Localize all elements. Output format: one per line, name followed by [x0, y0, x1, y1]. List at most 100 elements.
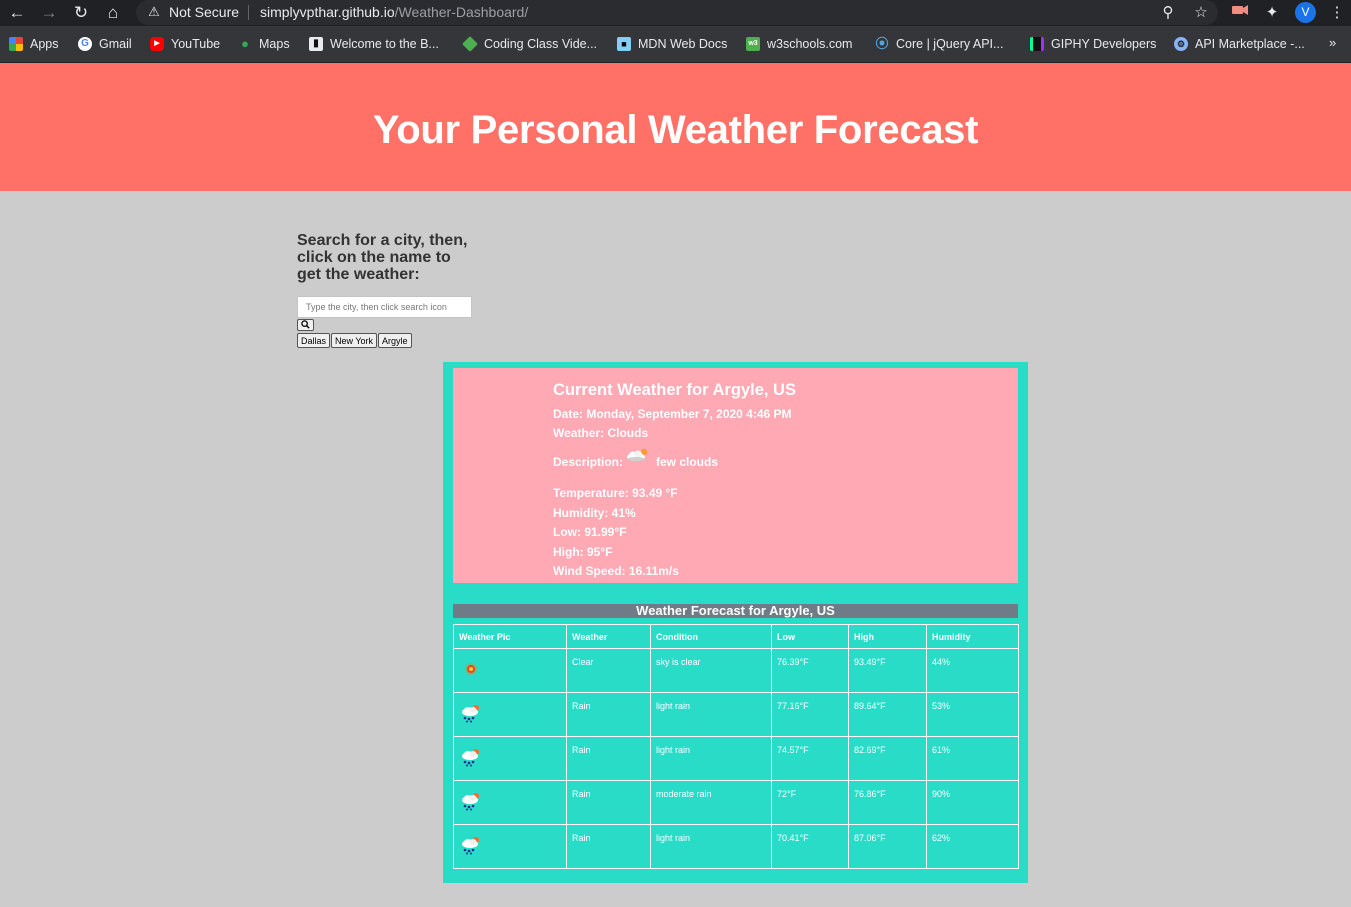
bookmark-label: Gmail	[99, 37, 132, 51]
mdn-icon: ■	[617, 37, 631, 51]
history-city-button[interactable]: Dallas	[297, 333, 331, 348]
bookmark-label: YouTube	[171, 37, 221, 51]
search-button[interactable]	[297, 319, 314, 331]
bookmark-coding-class[interactable]: Coding Class Vide...	[462, 36, 598, 52]
forecast-title: Weather Forecast for Argyle, US	[453, 604, 1018, 618]
current-humidity: Humidity: 41%	[553, 506, 636, 520]
profile-avatar[interactable]: V	[1295, 2, 1316, 23]
url-host: simplyvpthar.github.io	[260, 4, 395, 20]
high-cell: 87.06°F	[848, 824, 927, 869]
bookmarks-bar: Apps G Gmail ▶ YouTube ● Maps ▮ Welcome …	[0, 26, 1351, 63]
history-city-button[interactable]: New York	[331, 333, 378, 348]
current-temperature: Temperature: 93.49 °F	[553, 486, 678, 500]
current-wind-speed: Wind Speed: 16.11m/s	[553, 564, 679, 578]
condition-cell: light rain	[650, 692, 772, 737]
giphy-icon	[1030, 37, 1044, 51]
cube-icon	[462, 36, 478, 52]
bookmark-label: Coding Class Vide...	[484, 37, 598, 51]
current-date: Date: Monday, September 7, 2020 4:46 PM	[553, 407, 792, 421]
bookmark-star-icon[interactable]: ☆	[1191, 3, 1211, 23]
warning-triangle-icon[interactable]: ⚠	[146, 4, 162, 20]
current-description: few clouds	[656, 455, 719, 469]
low-cell: 77.16°F	[771, 692, 849, 737]
bookmark-label: Core | jQuery API...	[896, 37, 1004, 51]
column-header: High	[848, 624, 927, 649]
bookmark-label: MDN Web Docs	[638, 37, 728, 51]
extension-record-shape	[1232, 5, 1248, 15]
column-header: Weather	[566, 624, 651, 649]
jquery-icon: ⦿	[875, 36, 889, 51]
weather-pic-cell	[453, 648, 567, 693]
weather-pic-cell	[453, 780, 567, 825]
weather-cell: Rain	[566, 780, 651, 825]
bookmark-label: Maps	[259, 37, 290, 51]
current-weather-title: Current Weather for Argyle, US	[553, 381, 796, 399]
extensions-puzzle-icon[interactable]: ✦	[1262, 3, 1282, 23]
bookmark-apps[interactable]: Apps	[9, 36, 59, 52]
low-cell: 70.41°F	[771, 824, 849, 869]
bookmark-label: Welcome to the B...	[330, 37, 439, 51]
table-row: Clear sky is clear 76.39°F 93.49°F 44%	[453, 648, 1019, 693]
table-row: Rain light rain 77.16°F 89.64°F 53%	[453, 692, 1019, 737]
condition-cell: light rain	[650, 736, 772, 781]
zoom-icon[interactable]: ⚲	[1158, 3, 1178, 23]
column-header: Weather Pic	[453, 624, 567, 649]
city-search-input[interactable]	[297, 296, 472, 318]
condition-cell: moderate rain	[650, 780, 772, 825]
bookmark-mdn[interactable]: ■ MDN Web Docs	[617, 36, 727, 52]
omnibox-field[interactable]: ⚠ Not Secure simplyvpthar.github.io/Weat…	[136, 0, 1218, 25]
bookmark-label: API Marketplace -...	[1195, 37, 1305, 51]
rain-icon	[462, 837, 479, 855]
bookmark-maps[interactable]: ● Maps	[238, 36, 290, 52]
weather-cell: Rain	[566, 692, 651, 737]
high-cell: 82.69°F	[848, 736, 927, 781]
omnibox[interactable]: ⚠ Not Secure simplyvpthar.github.io/Weat…	[136, 0, 1218, 25]
omnibox-divider	[248, 5, 249, 20]
rain-icon	[462, 705, 479, 723]
low-cell: 76.39°F	[771, 648, 849, 693]
bookmark-youtube[interactable]: ▶ YouTube	[150, 36, 220, 52]
high-cell: 93.49°F	[848, 648, 927, 693]
bookmark-welcome[interactable]: ▮ Welcome to the B...	[309, 36, 439, 52]
current-low: Low: 91.99°F	[553, 525, 627, 539]
weather-cell: Rain	[566, 736, 651, 781]
bookmark-w3schools[interactable]: w3 w3schools.com	[746, 36, 852, 52]
menu-kebab-icon[interactable]: ⋮	[1327, 3, 1347, 23]
current-weather-card: Current Weather for Argyle, US Date: Mon…	[453, 368, 1018, 583]
table-row: Rain light rain 70.41°F 87.06°F 62%	[453, 824, 1019, 869]
page-header: Your Personal Weather Forecast	[0, 63, 1351, 191]
forward-arrow-icon[interactable]: →	[38, 2, 60, 24]
weather-cell: Clear	[566, 648, 651, 693]
high-cell: 89.64°F	[848, 692, 927, 737]
bookmark-jquery[interactable]: ⦿ Core | jQuery API...	[875, 36, 1003, 52]
google-icon: G	[78, 37, 92, 51]
bookmarks-overflow-icon[interactable]: »	[1329, 35, 1336, 50]
reload-icon[interactable]: ↻	[70, 2, 92, 24]
rain-icon	[462, 749, 479, 767]
sun-icon	[465, 663, 477, 675]
humidity-cell: 53%	[926, 692, 1019, 737]
low-cell: 72°F	[771, 780, 849, 825]
bookmark-gmail[interactable]: G Gmail	[78, 36, 132, 52]
current-high: High: 95°F	[553, 545, 613, 559]
bookmark-giphy[interactable]: GIPHY Developers	[1030, 36, 1156, 52]
forecast-table: Weather Pic Weather Condition Low High H…	[453, 624, 1019, 869]
weather-cell: Rain	[566, 824, 651, 869]
browser-toolbar: ← → ↻ ⌂ ⚠ Not Secure simplyvpthar.github…	[0, 0, 1351, 26]
extension-record-icon[interactable]	[1230, 3, 1250, 23]
table-row: Rain light rain 74.57°F 82.69°F 61%	[453, 736, 1019, 781]
condition-cell: light rain	[650, 824, 772, 869]
history-city-button[interactable]: Argyle	[378, 333, 412, 348]
weather-panel: Current Weather for Argyle, US Date: Mon…	[443, 362, 1028, 883]
back-arrow-icon[interactable]: ←	[6, 2, 28, 24]
maps-pin-icon: ●	[241, 36, 249, 51]
humidity-cell: 62%	[926, 824, 1019, 869]
bookmark-label: Apps	[30, 37, 59, 51]
humidity-cell: 44%	[926, 648, 1019, 693]
url-text[interactable]: simplyvpthar.github.io/Weather-Dashboard…	[260, 4, 528, 20]
bookmark-api-marketplace[interactable]: ⚙ API Marketplace -...	[1174, 36, 1305, 52]
forecast-header-row: Weather Pic Weather Condition Low High H…	[453, 624, 1019, 649]
security-label[interactable]: Not Secure	[169, 4, 239, 20]
home-icon[interactable]: ⌂	[102, 2, 124, 24]
current-description-label: Description:	[553, 455, 624, 469]
